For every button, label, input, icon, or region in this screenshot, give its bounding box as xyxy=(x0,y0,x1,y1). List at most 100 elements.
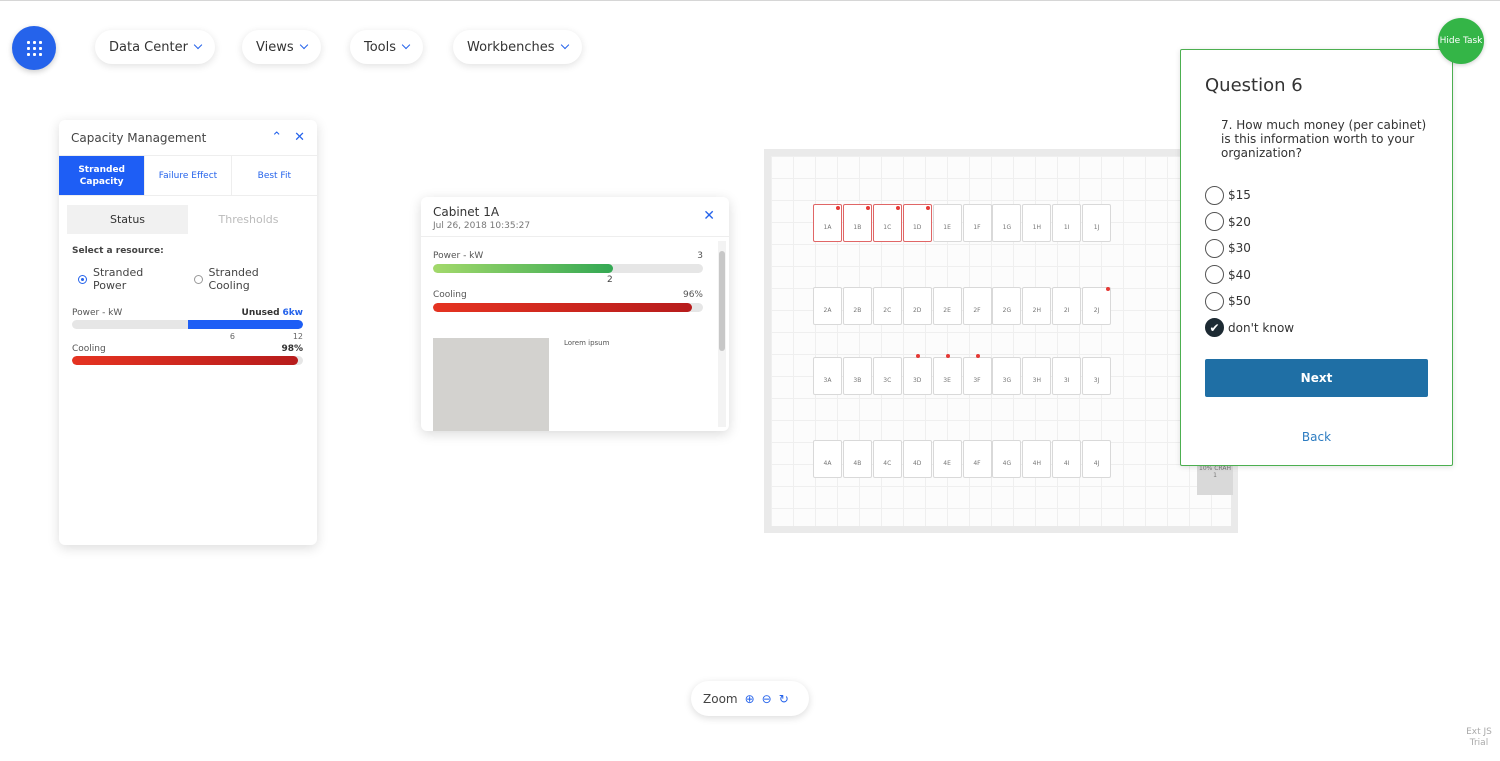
zoom-out-icon[interactable]: ⊖ xyxy=(762,692,772,706)
cabinet-3i[interactable]: 3I xyxy=(1052,357,1082,395)
cabinet-1g[interactable]: 1G xyxy=(992,204,1022,242)
cabinet-1i[interactable]: 1I xyxy=(1052,204,1082,242)
cabinet-1e[interactable]: 1E xyxy=(932,204,962,242)
cabinet-4c[interactable]: 4C xyxy=(872,440,902,478)
cabinet-2d[interactable]: 2D xyxy=(902,287,932,325)
alert-icon xyxy=(915,354,920,358)
cabinet-4j[interactable]: 4J xyxy=(1082,440,1112,478)
next-button[interactable]: Next xyxy=(1205,359,1428,397)
cabinet-1a[interactable]: 1A xyxy=(813,204,842,242)
radio-stranded-cooling[interactable]: Stranded Cooling xyxy=(193,266,303,292)
cabinet-4i[interactable]: 4I xyxy=(1052,440,1082,478)
scrollbar-thumb[interactable] xyxy=(719,251,725,351)
cabinet-2a[interactable]: 2A xyxy=(813,287,842,325)
radio-empty-icon xyxy=(1205,238,1224,258)
answer-label: $20 xyxy=(1228,214,1251,229)
radio-empty-icon xyxy=(1205,185,1224,205)
cabinet-3e[interactable]: 3E xyxy=(932,354,962,395)
tick-mid: 6 xyxy=(229,332,235,341)
cabinet-label: 3C xyxy=(883,376,892,384)
cabinet-label: 1F xyxy=(973,223,981,231)
cabinet-label: 2F xyxy=(973,306,981,314)
answer-option[interactable]: $15 xyxy=(1205,182,1294,209)
radio-empty-icon xyxy=(1205,291,1224,311)
answer-option[interactable]: $50 xyxy=(1205,288,1294,315)
cabinet-1j[interactable]: 1J xyxy=(1082,204,1112,242)
cabinet-label: 4I xyxy=(1063,459,1070,467)
cabinet-1b[interactable]: 1B xyxy=(842,204,872,242)
cabinet-1d[interactable]: 1D xyxy=(902,204,932,242)
cabinet-3a[interactable]: 3A xyxy=(813,357,842,395)
zoom-label: Zoom xyxy=(703,691,738,706)
capacity-tabs: Stranded Capacity Failure Effect Best Fi… xyxy=(59,156,317,196)
cabinet-2g[interactable]: 2G xyxy=(992,287,1022,325)
cabinet-4a[interactable]: 4A xyxy=(813,440,842,478)
cabinet-cooling-label: Cooling xyxy=(433,290,467,300)
cabinet-label: 4E xyxy=(943,459,951,467)
cabinet-1f[interactable]: 1F xyxy=(962,204,992,242)
collapse-icon[interactable]: ⌃ xyxy=(271,130,282,145)
tab-best-fit[interactable]: Best Fit xyxy=(232,156,317,195)
cabinet-2i[interactable]: 2I xyxy=(1052,287,1082,325)
cabinet-label: 2D xyxy=(912,306,922,314)
cabinet-3d[interactable]: 3D xyxy=(902,354,932,395)
tab-stranded-capacity[interactable]: Stranded Capacity xyxy=(59,156,146,195)
cabinet-cooling-value: 96% xyxy=(682,290,703,300)
cabinet-2b[interactable]: 2B xyxy=(842,287,872,325)
app-menu-button[interactable] xyxy=(12,26,56,70)
zoom-in-icon[interactable]: ⊕ xyxy=(745,692,755,706)
cabinet-label: 1E xyxy=(943,223,951,231)
alert-icon xyxy=(945,354,950,358)
cabinet-3j[interactable]: 3J xyxy=(1082,357,1112,395)
cabinet-label: 3H xyxy=(1032,376,1041,384)
close-icon[interactable]: ✕ xyxy=(703,208,715,224)
cabinet-label: 1C xyxy=(883,223,892,231)
cabinet-2e[interactable]: 2E xyxy=(932,287,962,325)
cabinet-label: 2G xyxy=(1002,306,1012,314)
radio-stranded-power[interactable]: Stranded Power xyxy=(78,266,180,292)
radio-empty-icon xyxy=(193,274,203,284)
radio-selected-icon xyxy=(78,274,87,284)
cabinet-3f[interactable]: 3F xyxy=(962,354,992,395)
cabinet-2c[interactable]: 2C xyxy=(872,287,902,325)
segment-status[interactable]: Status xyxy=(67,205,188,234)
cabinet-4e[interactable]: 4E xyxy=(932,440,962,478)
scrollbar[interactable] xyxy=(718,241,726,427)
zoom-reset-icon[interactable]: ↻ xyxy=(779,692,789,706)
tab-failure-effect[interactable]: Failure Effect xyxy=(145,156,232,195)
cabinet-2j[interactable]: 2J xyxy=(1082,287,1112,325)
cabinet-3c[interactable]: 3C xyxy=(872,357,902,395)
answer-option[interactable]: $40 xyxy=(1205,262,1294,289)
cabinet-1h[interactable]: 1H xyxy=(1022,204,1052,242)
grid-icon xyxy=(26,40,42,56)
segment-thresholds[interactable]: Thresholds xyxy=(188,205,309,234)
cabinet-3g[interactable]: 3G xyxy=(992,357,1022,395)
cabinet-4f[interactable]: 4F xyxy=(962,440,992,478)
answer-label: don't know xyxy=(1228,320,1295,335)
answer-option[interactable]: $30 xyxy=(1205,235,1294,262)
cabinet-4g[interactable]: 4G xyxy=(992,440,1022,478)
cabinet-4b[interactable]: 4B xyxy=(842,440,872,478)
menu-data-center[interactable]: Data Center xyxy=(95,30,215,64)
answer-option[interactable]: $20 xyxy=(1205,209,1294,236)
status-threshold-toggle: Status Thresholds xyxy=(67,205,309,234)
menu-views[interactable]: Views xyxy=(242,30,321,64)
cabinet-power-fill xyxy=(433,264,614,273)
menu-tools[interactable]: Tools xyxy=(350,30,424,64)
back-link[interactable]: Back xyxy=(1181,430,1452,444)
cabinet-2h[interactable]: 2H xyxy=(1022,287,1052,325)
cabinet-3b[interactable]: 3B xyxy=(842,357,872,395)
floor-plan[interactable]: 1A 1B 1C 1D 1E 1F 1G 1H 1I 1J 2A 2B 2C 2D 2E 2F 2G 2H 2I 2J… xyxy=(764,149,1238,533)
menu-workbenches[interactable]: Workbenches xyxy=(453,30,582,64)
cabinet-4d[interactable]: 4D xyxy=(902,440,932,478)
cabinet-label: 1G xyxy=(1002,223,1012,231)
hide-task-button[interactable]: Hide Task xyxy=(1438,18,1484,64)
cabinet-label: 2B xyxy=(853,306,862,314)
cabinet-4h[interactable]: 4H xyxy=(1022,440,1052,478)
cabinet-3h[interactable]: 3H xyxy=(1022,357,1052,395)
cabinet-2f[interactable]: 2F xyxy=(962,287,992,325)
crah-unit[interactable]: 10% CRAH 1 xyxy=(1197,463,1233,495)
cabinet-1c[interactable]: 1C xyxy=(872,204,902,242)
answer-option[interactable]: ✔ don't know xyxy=(1205,315,1294,342)
close-icon[interactable]: ✕ xyxy=(294,130,305,145)
